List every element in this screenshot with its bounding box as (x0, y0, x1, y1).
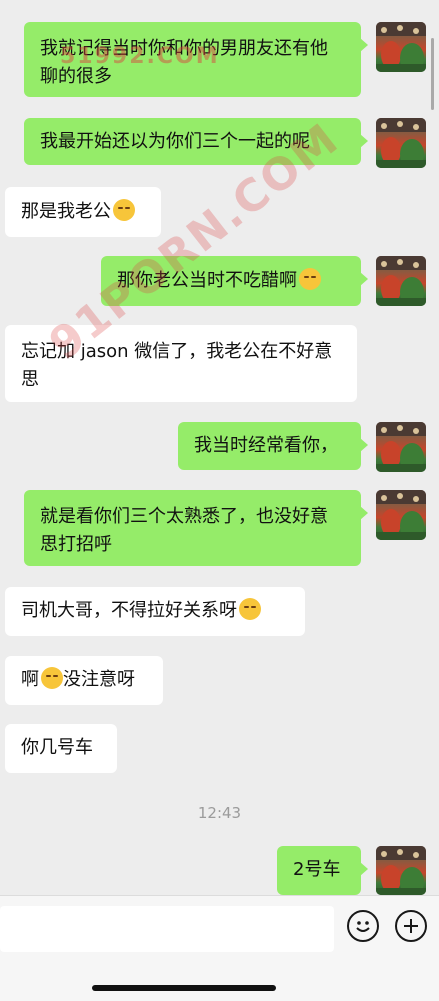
message-input[interactable] (0, 906, 334, 952)
user-avatar[interactable] (376, 846, 426, 895)
message-bubble-incoming[interactable]: 司机大哥，不得拉好关系呀 (5, 587, 305, 636)
message-bubble-incoming[interactable]: 你几号车 (5, 724, 117, 773)
message-bubble-incoming[interactable]: 那是我老公 (5, 187, 161, 237)
message-bubble-outgoing[interactable]: 那你老公当时不吃醋啊 (101, 256, 368, 306)
timestamp: 12:43 (197, 804, 242, 822)
message-bubble-outgoing[interactable]: 就是看你们三个太熟悉了，也没好意思打招呼 (24, 490, 368, 566)
user-avatar[interactable] (376, 118, 426, 168)
grin-squint-emoji-icon (113, 199, 135, 221)
message-bubble-outgoing[interactable]: 我当时经常看你， (178, 422, 368, 470)
message-text: 那是我老公 (21, 201, 111, 222)
message-bubble-incoming[interactable]: 啊 没注意呀 (5, 656, 163, 705)
user-avatar[interactable] (376, 422, 426, 472)
message-text: 我当时经常看你， (194, 435, 338, 456)
home-indicator[interactable] (92, 985, 276, 991)
thinking-emoji-icon (239, 598, 261, 620)
message-text: 我就记得当时你和你的男朋友还有他聊的很多 (40, 38, 328, 87)
user-avatar[interactable] (376, 256, 426, 306)
thinking-emoji-icon (299, 268, 321, 290)
message-text: 2号车 (293, 859, 341, 880)
chat-area[interactable]: 我就记得当时你和你的男朋友还有他聊的很多 我最开始还以为你们三个一起的呢 那是我… (0, 0, 439, 895)
laugh-cry-emoji-icon (41, 667, 63, 689)
message-text: 那你老公当时不吃醋啊 (117, 270, 297, 291)
message-bubble-outgoing[interactable]: 我最开始还以为你们三个一起的呢 (24, 118, 368, 165)
scrollbar[interactable] (431, 38, 434, 110)
message-text: 司机大哥，不得拉好关系呀 (21, 600, 237, 621)
message-bubble-outgoing[interactable]: 2号车 (277, 846, 368, 895)
plus-circle-icon[interactable] (395, 910, 427, 942)
message-text: 没注意呀 (63, 669, 135, 690)
message-bubble-outgoing[interactable]: 我就记得当时你和你的男朋友还有他聊的很多 (24, 22, 368, 97)
user-avatar[interactable] (376, 490, 426, 540)
message-text: 就是看你们三个太熟悉了，也没好意思打招呼 (40, 506, 328, 555)
message-text: 你几号车 (21, 737, 93, 758)
message-text: 忘记加 jason 微信了，我老公在不好意思 (21, 341, 333, 390)
message-bubble-incoming[interactable]: 忘记加 jason 微信了，我老公在不好意思 (5, 325, 357, 402)
emoji-face-icon[interactable] (347, 910, 379, 942)
message-text: 我最开始还以为你们三个一起的呢 (40, 131, 310, 152)
user-avatar[interactable] (376, 22, 426, 72)
message-text: 啊 (21, 669, 39, 690)
